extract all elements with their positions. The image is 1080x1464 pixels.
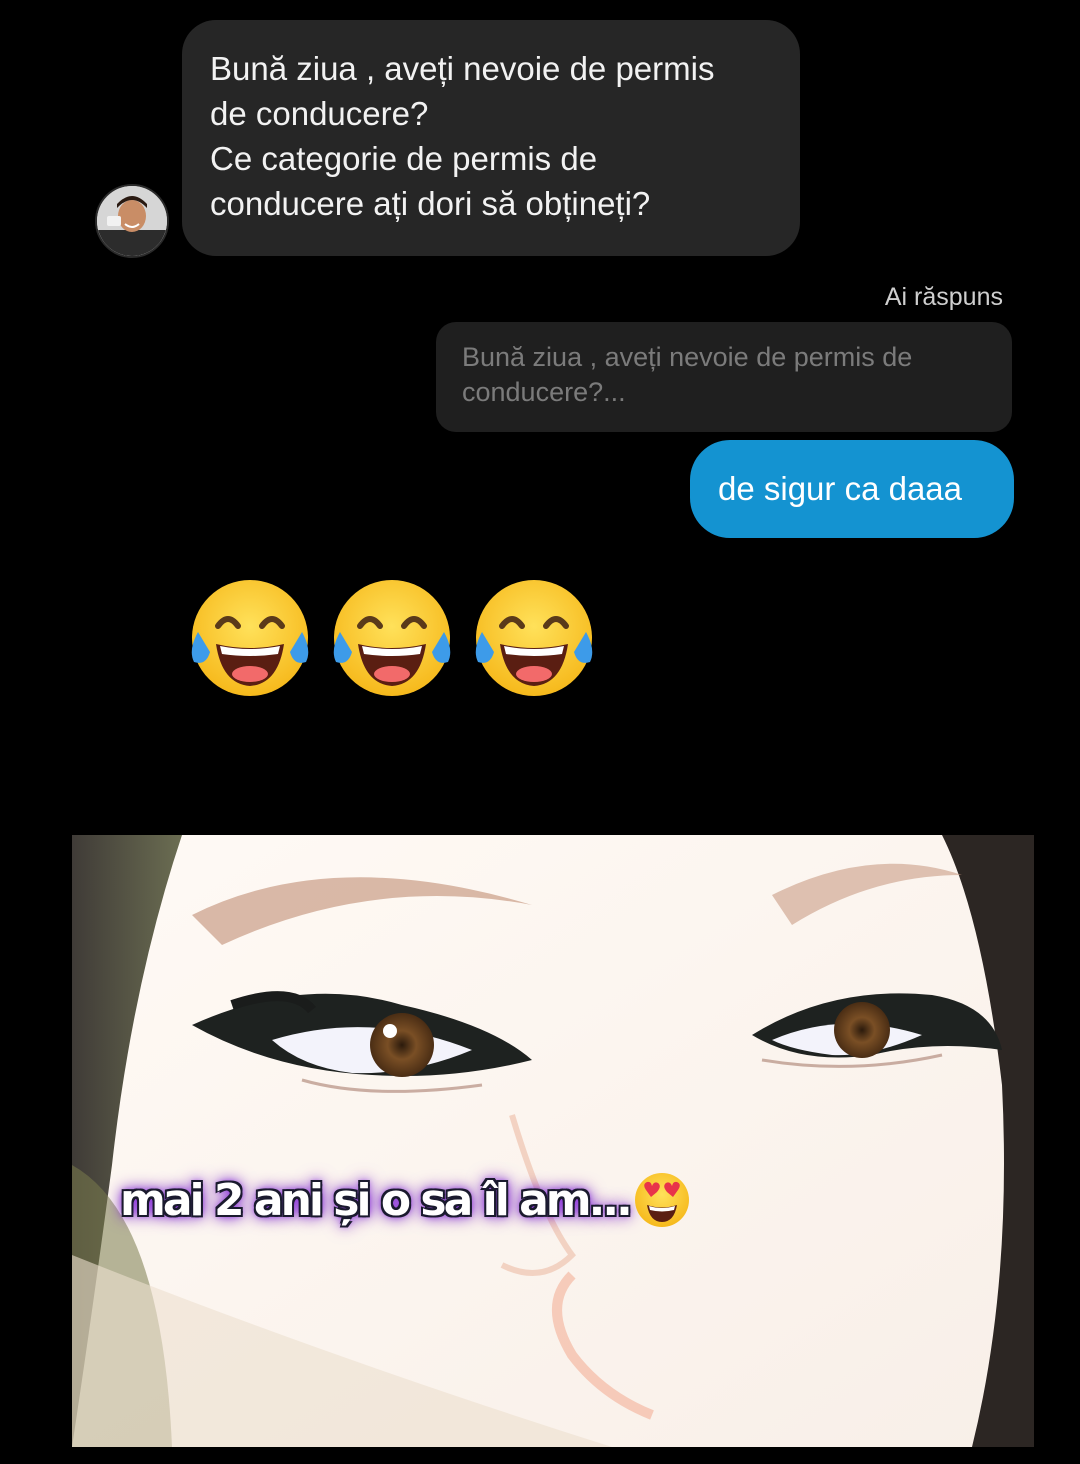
- face-with-tears-of-joy-icon: [191, 580, 309, 696]
- avatar-image: [97, 186, 167, 256]
- sender-avatar[interactable]: [95, 184, 169, 258]
- message-line: conducere ați dori să obțineți?: [210, 185, 651, 222]
- quoted-line: Bună ziua , aveți nevoie de permis de: [462, 342, 913, 372]
- face-photo: [72, 835, 1034, 1447]
- you-replied-label: Ai răspuns: [884, 283, 1003, 311]
- heart-eyes-face-icon: [634, 1173, 689, 1227]
- quoted-line: conducere?...: [462, 377, 626, 407]
- photo-caption: mai 2 ani și o sa îl am...: [120, 1170, 692, 1230]
- message-line: Ce categorie de permis de: [210, 140, 598, 177]
- face-closeup-image: [72, 835, 1034, 1447]
- caption-text: mai 2 ani și o sa îl am...: [120, 1174, 633, 1226]
- face-with-tears-of-joy-icon: [333, 580, 451, 696]
- message-line: Bună ziua , aveți nevoie de permis: [210, 50, 715, 87]
- quoted-message-bubble[interactable]: Bună ziua , aveți nevoie de permis de co…: [436, 322, 1012, 432]
- outgoing-message-bubble[interactable]: de sigur ca daaa: [690, 440, 1014, 538]
- emoji-row: [184, 574, 600, 704]
- incoming-message-bubble[interactable]: Bună ziua , aveți nevoie de permis de co…: [182, 20, 800, 256]
- face-with-tears-of-joy-icon: [475, 580, 593, 696]
- message-line: de conducere?: [210, 95, 429, 132]
- outgoing-message-text: de sigur ca daaa: [718, 470, 963, 507]
